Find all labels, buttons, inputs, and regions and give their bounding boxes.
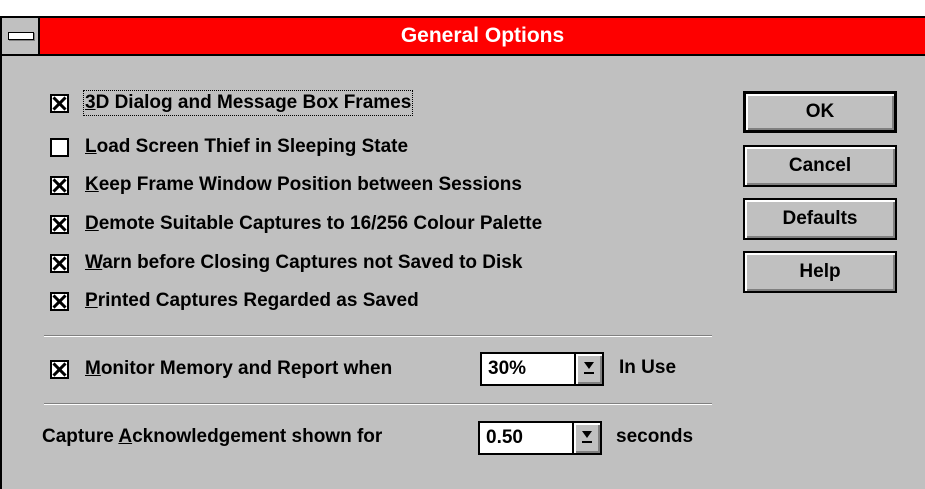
dialog-title: General Options (400, 24, 565, 47)
option-sleeping-state[interactable]: Load Screen Thief in Sleeping State (50, 135, 408, 159)
system-menu-button[interactable] (2, 18, 40, 54)
option-label: Load Screen Thief in Sleeping State (85, 136, 409, 157)
option-keep-frame-position[interactable]: Keep Frame Window Position between Sessi… (50, 173, 522, 197)
seconds-label: seconds (616, 426, 694, 447)
ok-button[interactable]: OK (743, 91, 897, 133)
ack-label: Capture Acknowledgement shown for (42, 426, 383, 447)
dropdown-arrow-icon[interactable] (574, 354, 602, 384)
option-label: Monitor Memory and Report when (85, 358, 393, 379)
defaults-button[interactable]: Defaults (743, 198, 897, 240)
option-label: Keep Frame Window Position between Sessi… (85, 174, 522, 195)
dropdown-arrow-icon[interactable] (572, 423, 600, 453)
separator (44, 335, 712, 337)
option-label: Printed Captures Regarded as Saved (85, 290, 419, 311)
option-3d-frames[interactable]: 3D Dialog and Message Box Frames (50, 90, 414, 116)
option-printed-captures[interactable]: Printed Captures Regarded as Saved (50, 289, 419, 313)
option-monitor-memory[interactable]: Monitor Memory and Report when (50, 357, 392, 381)
help-button[interactable]: Help (743, 251, 897, 293)
checkbox-demote-captures[interactable] (50, 214, 69, 234)
option-warn-before-closing[interactable]: Warn before Closing Captures not Saved t… (50, 251, 522, 275)
title-bar: General Options (2, 18, 925, 56)
checkbox-printed-captures[interactable] (50, 291, 69, 311)
in-use-label: In Use (619, 357, 677, 378)
option-demote-captures[interactable]: Demote Suitable Captures to 16/256 Colou… (50, 212, 542, 236)
checkbox-warn-before-closing[interactable] (50, 253, 69, 273)
checkbox-3d-frames[interactable] (50, 93, 69, 113)
general-options-dialog: General Options 3D Dialog and Message Bo… (0, 16, 925, 489)
option-label: Warn before Closing Captures not Saved t… (85, 252, 523, 273)
checkbox-monitor-memory[interactable] (50, 359, 69, 379)
checkbox-sleeping-state[interactable] (50, 137, 69, 157)
ack-duration-value: 0.50 (486, 427, 523, 448)
system-menu-icon (8, 32, 34, 40)
checkbox-keep-frame-position[interactable] (50, 175, 69, 195)
ack-duration-combo[interactable]: 0.50 (478, 421, 602, 455)
separator (44, 403, 712, 405)
option-label: Demote Suitable Captures to 16/256 Colou… (85, 213, 543, 234)
memory-threshold-value: 30% (488, 358, 527, 379)
cancel-button[interactable]: Cancel (743, 145, 897, 187)
memory-threshold-combo[interactable]: 30% (480, 352, 604, 386)
option-label: 3D Dialog and Message Box Frames (82, 90, 414, 116)
